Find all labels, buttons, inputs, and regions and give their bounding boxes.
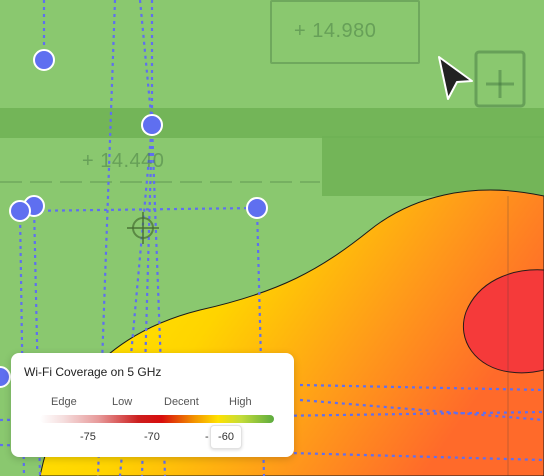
wall-band [322,136,544,196]
legend-category-decent: Decent [164,396,199,408]
anchor-point[interactable] [9,200,31,222]
anchor-point[interactable] [141,114,163,136]
legend-title: Wi-Fi Coverage on 5 GHz [24,365,162,379]
legend-category-low: Low [112,396,133,408]
arrow-cursor-icon [438,56,473,100]
plus-square-icon[interactable] [472,50,528,110]
legend-tick: -70 [144,431,160,443]
anchor-point[interactable] [246,197,268,219]
coverage-map[interactable]: + 14.980 + 14.440 Wi-Fi Coverage on 5 GH… [0,0,544,476]
legend-category-high: High [229,396,252,408]
dimension-label-mid: + 14.440 [82,150,165,172]
coverage-legend: Wi-Fi Coverage on 5 GHz Edge Low Decent … [11,353,294,457]
anchor-point[interactable] [33,49,55,71]
legend-tick: - [205,431,209,443]
legend-category-edge: Edge [51,396,77,408]
legend-tick: -75 [80,431,96,443]
dimension-label-top: + 14.980 [294,20,377,42]
coverage-gradient-bar[interactable] [40,415,274,423]
threshold-value-box[interactable]: -60 [210,425,242,449]
wall-band [0,108,544,138]
